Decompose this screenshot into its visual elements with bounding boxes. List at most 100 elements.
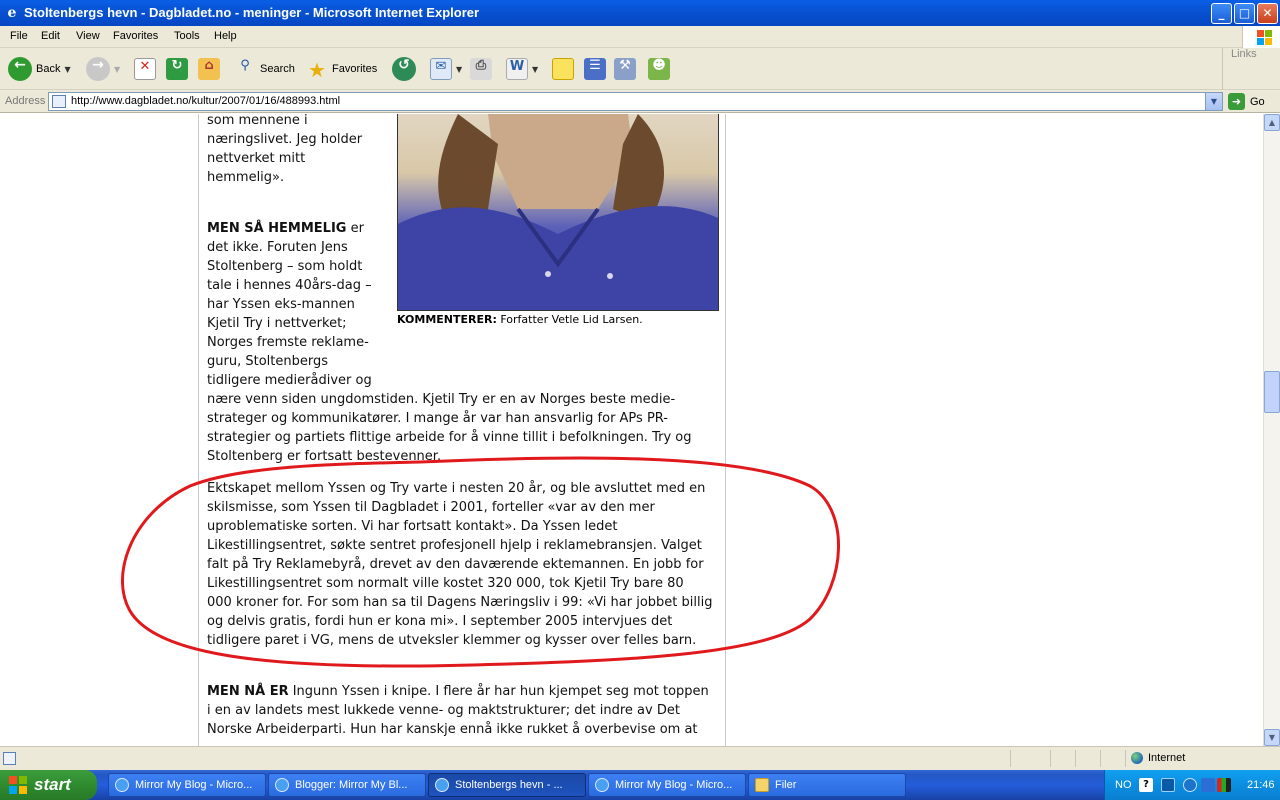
chevron-down-icon[interactable]: ▼ (64, 65, 70, 74)
chevron-down-icon[interactable]: ▼ (532, 65, 538, 74)
print-button[interactable]: ⎙ (470, 56, 492, 82)
page-icon (52, 95, 66, 108)
taskbar-item-filer[interactable]: Filer (748, 773, 906, 797)
menu-favorites[interactable]: Favorites (113, 30, 158, 42)
standard-toolbar: ← Back ▼ → ▼ ✕ ↻ ⌂ ⚲ Search ★ Favorites … (0, 48, 1280, 90)
close-button[interactable]: ✕ (1257, 3, 1278, 24)
internet-explorer-icon (115, 778, 129, 792)
taskbar-item-label: Mirror My Blog - Micro... (135, 779, 253, 791)
discuss-button[interactable] (552, 56, 574, 82)
status-divider (1050, 750, 1051, 767)
history-button[interactable]: ↺ (392, 56, 416, 82)
go-button[interactable]: ➜ Go (1228, 92, 1265, 111)
address-input[interactable]: http://www.dagbladet.no/kultur/2007/01/1… (48, 92, 1223, 111)
back-arrow-icon: ← (8, 57, 32, 81)
chevron-left-icon[interactable] (1183, 778, 1197, 792)
red-circle-annotation (121, 456, 840, 668)
start-label: start (34, 775, 71, 794)
address-label: Address (5, 95, 46, 107)
go-arrow-icon: ➜ (1228, 93, 1245, 110)
zone-label: Internet (1148, 752, 1186, 764)
chevron-down-icon[interactable]: ▼ (1205, 93, 1222, 110)
tools-icon: ⚒ (614, 58, 636, 80)
search-label: Search (260, 63, 295, 75)
maximize-button[interactable]: □ (1234, 3, 1255, 24)
taskbar-item-blogger[interactable]: Blogger: Mirror My Bl... (268, 773, 426, 797)
back-label: Back (36, 63, 61, 75)
network-icon[interactable] (1161, 778, 1175, 792)
menu-file[interactable]: File (10, 30, 28, 42)
history-icon: ↺ (392, 57, 416, 81)
taskbar-item-mirror-my-blog-2[interactable]: Mirror My Blog - Micro... (588, 773, 746, 797)
star-icon: ★ (308, 58, 326, 82)
go-label: Go (1250, 95, 1265, 108)
start-button[interactable]: start (0, 770, 97, 800)
status-divider (1100, 750, 1101, 767)
print-icon: ⎙ (470, 58, 492, 80)
favorites-label: Favorites (332, 63, 378, 75)
help-icon[interactable]: ? (1139, 778, 1153, 792)
links-bar[interactable]: Links (1222, 48, 1257, 90)
volume-icon[interactable] (1201, 778, 1215, 792)
windows-flag-icon (8, 775, 28, 795)
menu-edit[interactable]: Edit (41, 30, 60, 42)
refresh-icon: ↻ (166, 58, 188, 80)
menu-tools[interactable]: Tools (174, 30, 200, 42)
taskbar-item-stoltenbergs-hevn[interactable]: Stoltenbergs hevn - ... (428, 773, 586, 797)
stop-button[interactable]: ✕ (134, 56, 156, 82)
address-bar: Address http://www.dagbladet.no/kultur/2… (0, 90, 1280, 113)
forward-button[interactable]: → ▼ (86, 56, 120, 82)
menu-view[interactable]: View (76, 30, 100, 42)
vertical-scrollbar[interactable]: ▲ ▼ (1263, 114, 1280, 746)
contacts-button[interactable]: ☻ (648, 56, 670, 82)
internet-explorer-icon (275, 778, 289, 792)
taskbar-item-mirror-my-blog[interactable]: Mirror My Blog - Micro... (108, 773, 266, 797)
home-button[interactable]: ⌂ (198, 56, 220, 82)
scroll-thumb[interactable] (1264, 371, 1280, 413)
home-icon: ⌂ (198, 58, 220, 80)
scroll-up-arrow-icon[interactable]: ▲ (1264, 114, 1280, 131)
favorites-button[interactable]: ★ Favorites (306, 56, 377, 82)
internet-explorer-icon: e (7, 5, 17, 21)
mail-button[interactable]: ✉ ▼ (430, 56, 462, 82)
chevron-down-icon[interactable]: ▼ (114, 65, 120, 74)
internet-explorer-icon (435, 778, 449, 792)
search-button[interactable]: ⚲ Search (234, 56, 295, 82)
stop-icon: ✕ (134, 58, 156, 80)
app-tray-icon[interactable] (1217, 778, 1231, 792)
taskbar: start Mirror My Blog - Micro... Blogger:… (0, 770, 1280, 800)
security-zone: Internet (1131, 752, 1185, 764)
refresh-button[interactable]: ↻ (166, 56, 188, 82)
globe-icon (1131, 752, 1143, 764)
people-icon: ☻ (648, 58, 670, 80)
edit-button[interactable]: W ▼ (506, 56, 538, 82)
messenger-button[interactable]: ☰ (584, 56, 606, 82)
menu-bar: File Edit View Favorites Tools Help (0, 26, 1280, 48)
chevron-down-icon[interactable]: ▼ (456, 65, 462, 74)
status-divider (1010, 750, 1011, 767)
back-button[interactable]: ← Back ▼ (8, 56, 71, 82)
windows-logo-icon (1242, 26, 1280, 48)
minimize-button[interactable]: _ (1211, 3, 1232, 24)
page-content[interactable]: KOMMENTERER: Forfatter Vetle Lid Larsen.… (0, 114, 1263, 746)
taskbar-item-label: Stoltenbergs hevn - ... (455, 779, 563, 791)
menu-help[interactable]: Help (214, 30, 237, 42)
taskbar-item-label: Mirror My Blog - Micro... (615, 779, 733, 791)
tools-button[interactable]: ⚒ (614, 56, 636, 82)
search-icon: ⚲ (240, 58, 250, 73)
status-divider (1075, 750, 1076, 767)
status-bar: Internet (0, 746, 1280, 770)
edit-document-icon: W (506, 58, 528, 80)
note-icon (552, 58, 574, 80)
scroll-down-arrow-icon[interactable]: ▼ (1264, 729, 1280, 746)
research-icon: ☰ (584, 58, 606, 80)
title-bar: e Stoltenbergs hevn - Dagbladet.no - men… (0, 0, 1280, 26)
internet-explorer-icon (595, 778, 609, 792)
clock: 21:46 (1247, 779, 1275, 791)
status-divider (1125, 750, 1126, 767)
language-indicator[interactable]: NO (1115, 779, 1132, 791)
forward-arrow-icon: → (86, 57, 110, 81)
address-url[interactable]: http://www.dagbladet.no/kultur/2007/01/1… (71, 95, 340, 107)
taskbar-item-label: Blogger: Mirror My Bl... (295, 779, 408, 791)
taskbar-item-label: Filer (775, 779, 797, 791)
